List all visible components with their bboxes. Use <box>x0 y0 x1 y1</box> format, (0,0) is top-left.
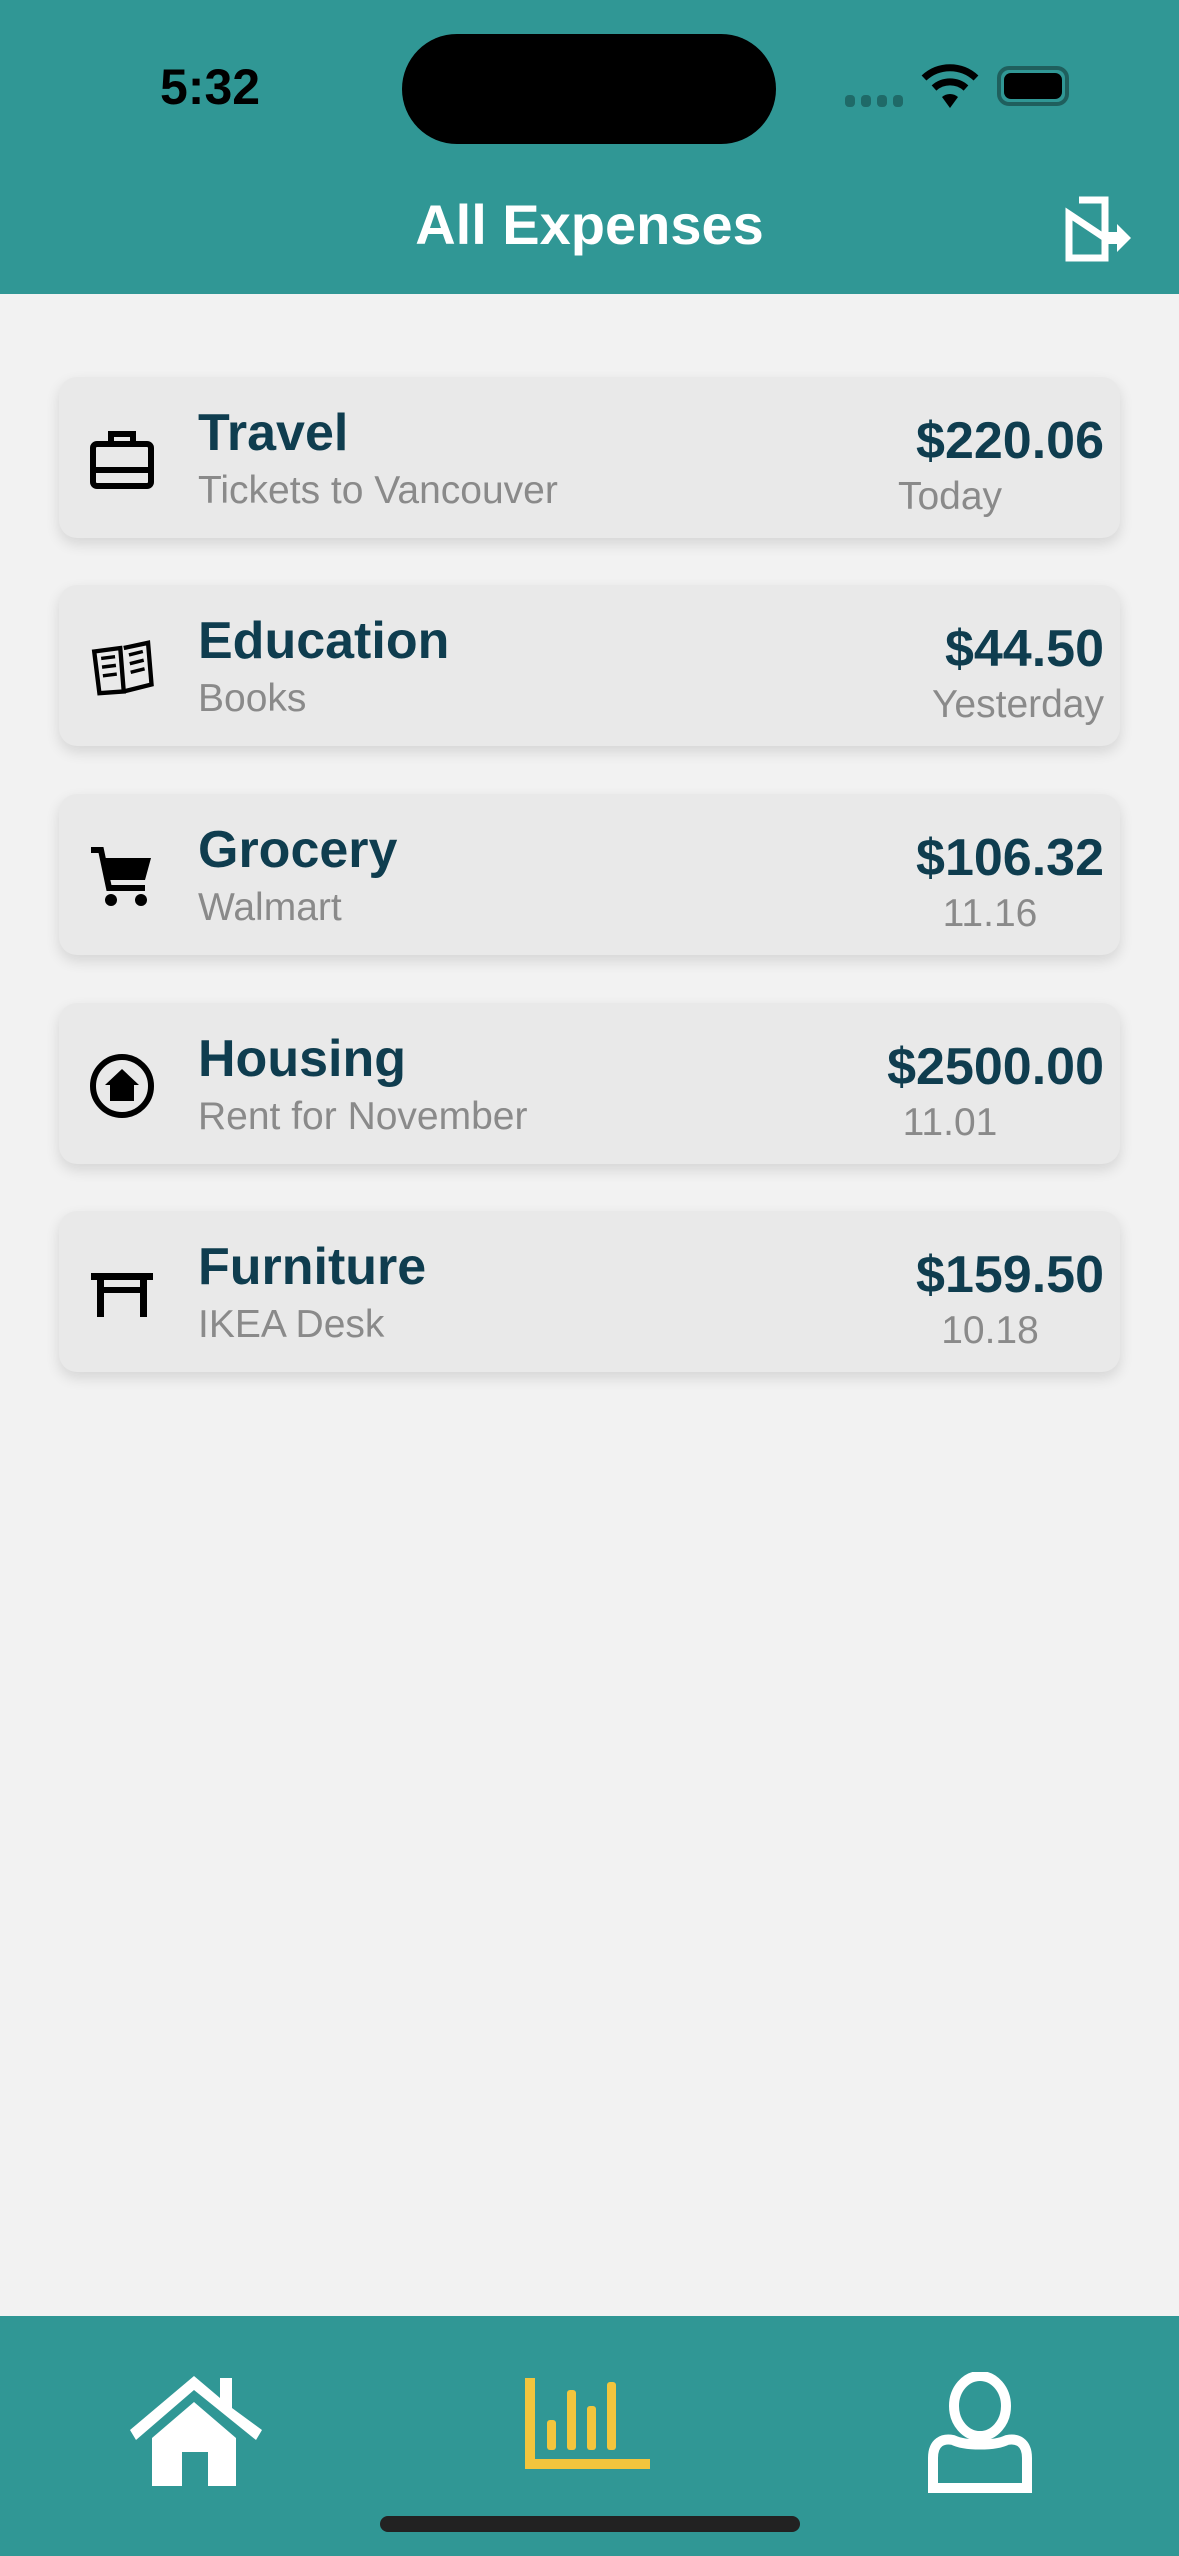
expense-date: Today <box>897 475 1003 518</box>
expense-amount: $106.32 <box>916 829 1104 887</box>
expense-card-grocery[interactable]: Grocery Walmart $106.32 11.16 <box>59 794 1120 955</box>
book-icon <box>89 635 155 701</box>
home-circle-icon <box>89 1053 155 1119</box>
battery-icon <box>997 66 1069 106</box>
tab-profile[interactable] <box>900 2372 1060 2502</box>
expense-category: Grocery <box>198 821 398 879</box>
expense-date: 11.01 <box>902 1101 998 1144</box>
expense-description: Rent for November <box>198 1095 528 1138</box>
tab-home[interactable] <box>116 2376 276 2506</box>
user-icon <box>928 2372 1032 2493</box>
expense-description: Books <box>198 677 307 720</box>
expense-category: Furniture <box>198 1238 427 1296</box>
expense-description: Tickets to Vancouver <box>198 469 558 512</box>
briefcase-icon <box>89 427 155 493</box>
cart-icon <box>89 844 155 910</box>
expense-description: IKEA Desk <box>198 1303 385 1346</box>
home-indicator <box>380 2516 800 2532</box>
expense-amount: $2500.00 <box>887 1038 1104 1096</box>
home-icon <box>130 2376 262 2486</box>
cellular-signal-icon <box>845 95 903 107</box>
expense-date: 10.18 <box>941 1309 1039 1352</box>
expense-date: Yesterday <box>931 683 1104 726</box>
header: 5:32 All Expenses <box>0 0 1179 294</box>
expense-category: Travel <box>198 404 349 462</box>
export-icon[interactable] <box>1065 196 1135 262</box>
expense-description: Walmart <box>198 886 342 929</box>
expense-amount: $220.06 <box>916 412 1104 470</box>
expense-card-housing[interactable]: Housing Rent for November $2500.00 11.01 <box>59 1003 1120 1164</box>
expense-category: Housing <box>198 1030 406 1088</box>
tab-expenses[interactable] <box>510 2376 670 2506</box>
bar-chart-icon <box>525 2378 650 2469</box>
expense-category: Education <box>198 612 450 670</box>
wifi-icon <box>921 64 979 108</box>
status-time: 5:32 <box>160 59 261 115</box>
expense-amount: $159.50 <box>916 1246 1104 1304</box>
expense-card-furniture[interactable]: Furniture IKEA Desk $159.50 10.18 <box>59 1211 1120 1372</box>
expense-card-education[interactable]: Education Books $44.50 Yesterday <box>59 585 1120 746</box>
dynamic-island <box>402 34 776 144</box>
expense-card-travel[interactable]: Travel Tickets to Vancouver $220.06 Toda… <box>59 377 1120 538</box>
expense-date: 11.16 <box>942 892 1038 935</box>
expense-amount: $44.50 <box>944 620 1104 678</box>
table-icon <box>89 1261 155 1327</box>
page-title: All Expenses <box>415 193 764 256</box>
